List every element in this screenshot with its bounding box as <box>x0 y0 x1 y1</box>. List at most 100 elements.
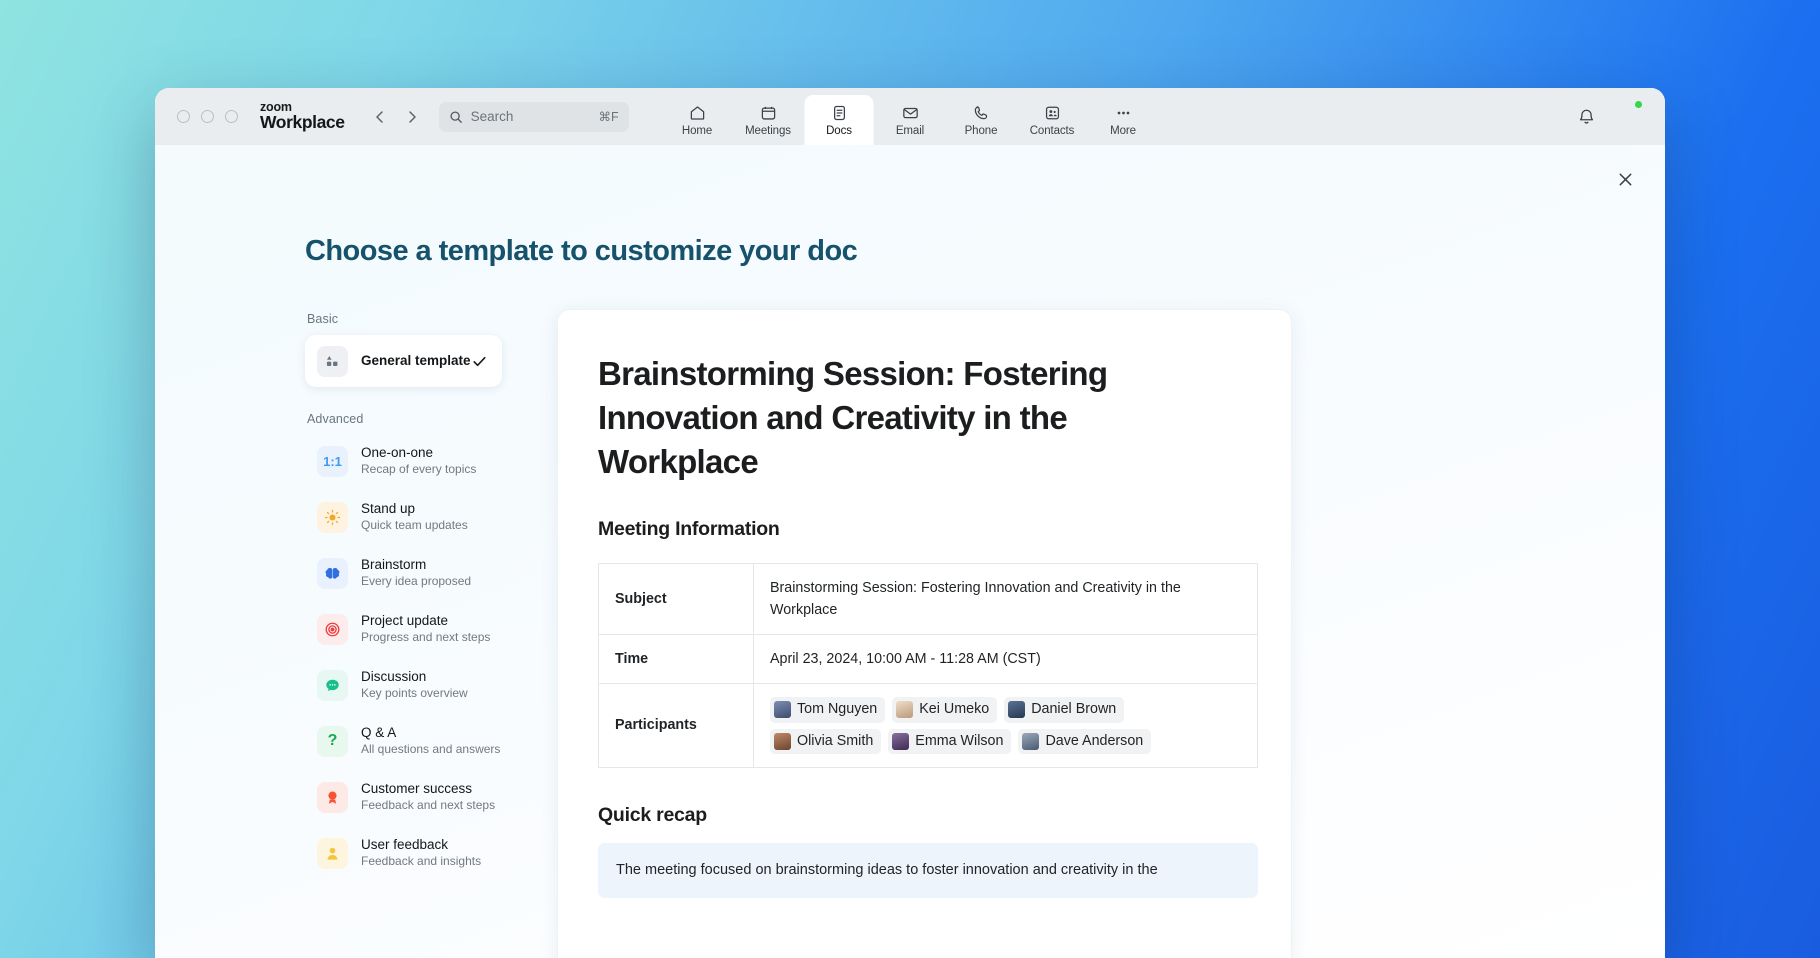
back-button[interactable] <box>367 104 393 130</box>
sidebar-item-texts: General template <box>361 351 458 371</box>
sidebar-item-title: Stand up <box>361 501 468 518</box>
sidebar-item-stand-up[interactable]: Stand up Quick team updates <box>305 491 535 543</box>
participant-avatar <box>1022 733 1039 750</box>
sidebar-item-title: Q & A <box>361 725 500 742</box>
sidebar-item-user-feedback[interactable]: User feedback Feedback and insights <box>305 827 535 879</box>
document-preview-pane: Brainstorming Session: Fostering Innovat… <box>520 288 1665 958</box>
participant-avatar <box>896 701 913 718</box>
table-cell-value: April 23, 2024, 10:00 AM - 11:28 AM (CST… <box>754 634 1258 683</box>
participant-chip[interactable]: Olivia Smith <box>770 729 881 754</box>
participant-name: Olivia Smith <box>797 731 873 752</box>
sidebar-item-subtitle: Quick team updates <box>361 518 468 533</box>
tab-email[interactable]: Email <box>876 95 945 145</box>
close-window-button[interactable] <box>177 110 190 123</box>
contacts-icon <box>1043 103 1061 122</box>
tab-label: Meetings <box>745 125 791 137</box>
tab-meetings[interactable]: Meetings <box>734 95 803 145</box>
sidebar-item-title: General template <box>361 353 471 368</box>
participant-name: Kei Umeko <box>919 699 989 720</box>
tab-docs[interactable]: Docs <box>805 95 874 145</box>
sidebar-item-brainstorm[interactable]: Brainstorm Every idea proposed <box>305 547 535 599</box>
sidebar-item-subtitle: Key points overview <box>361 686 468 701</box>
ellipsis-icon <box>1114 103 1132 122</box>
participant-chip[interactable]: Daniel Brown <box>1004 697 1124 722</box>
participant-chip[interactable]: Kei Umeko <box>892 697 997 722</box>
person-icon <box>317 838 348 869</box>
avatar[interactable] <box>1612 102 1641 131</box>
sidebar-item-customer-success[interactable]: Customer success Feedback and next steps <box>305 771 535 823</box>
question-mark-glyph: ? <box>328 732 338 750</box>
maximize-window-button[interactable] <box>225 110 238 123</box>
sidebar-item-subtitle: Feedback and insights <box>361 854 481 869</box>
sidebar-item-title: Discussion <box>361 669 468 686</box>
minimize-window-button[interactable] <box>201 110 214 123</box>
participant-name: Emma Wilson <box>915 731 1003 752</box>
nav-arrows[interactable] <box>367 104 425 130</box>
sidebar-item-project-update[interactable]: Project update Progress and next steps <box>305 603 535 655</box>
sidebar-item-title: Brainstorm <box>361 557 471 574</box>
participant-avatar <box>892 733 909 750</box>
shapes-icon <box>317 346 348 377</box>
sidebar-item-texts: Discussion Key points overview <box>361 669 468 702</box>
sidebar-basic-list: General template <box>305 335 520 387</box>
tab-phone[interactable]: Phone <box>947 95 1016 145</box>
participant-name: Tom Nguyen <box>797 699 877 720</box>
check-icon <box>471 353 488 370</box>
sidebar-group-basic-label: Basic <box>307 312 520 326</box>
tab-label: Home <box>682 125 712 137</box>
search-input[interactable]: Search ⌘F <box>439 102 629 132</box>
sidebar-item-title: Project update <box>361 613 490 630</box>
document-preview-card: Brainstorming Session: Fostering Innovat… <box>557 309 1292 958</box>
tab-more[interactable]: More <box>1089 95 1158 145</box>
participant-chip[interactable]: Emma Wilson <box>888 729 1011 754</box>
close-icon[interactable] <box>1611 165 1639 193</box>
sidebar-item-texts: Project update Progress and next steps <box>361 613 490 646</box>
sidebar-item-subtitle: Feedback and next steps <box>361 798 495 813</box>
sidebar-group-advanced-label: Advanced <box>307 412 520 426</box>
document-icon <box>830 103 848 122</box>
tab-label: Contacts <box>1030 125 1075 137</box>
sidebar-item-title: One-on-one <box>361 445 476 462</box>
sidebar-item-title: User feedback <box>361 837 481 854</box>
award-ribbon-icon <box>317 782 348 813</box>
sidebar-item-texts: Stand up Quick team updates <box>361 501 468 534</box>
titlebar-right <box>1577 102 1647 131</box>
home-icon <box>688 103 706 122</box>
sidebar-item-subtitle: Every idea proposed <box>361 574 471 589</box>
template-chooser-overlay: Choose a template to customize your doc … <box>155 145 1665 958</box>
search-shortcut: ⌘F <box>598 109 618 124</box>
table-row: Subject Brainstorming Session: Fostering… <box>599 563 1258 634</box>
participant-avatar <box>1008 701 1025 718</box>
tab-home[interactable]: Home <box>663 95 732 145</box>
tab-label: Phone <box>965 125 998 137</box>
table-cell-value: Brainstorming Session: Fostering Innovat… <box>754 563 1258 634</box>
sidebar-item-texts: Brainstorm Every idea proposed <box>361 557 471 590</box>
sidebar-item-one-on-one[interactable]: 1:1 One-on-one Recap of every topics <box>305 435 535 487</box>
app-window: zoom Workplace Search ⌘F Home <box>155 88 1665 958</box>
sidebar-item-qa[interactable]: ? Q & A All questions and answers <box>305 715 535 767</box>
calendar-icon <box>759 103 777 122</box>
notifications-bell-icon[interactable] <box>1577 107 1596 126</box>
brand-workplace-text: Workplace <box>260 114 345 132</box>
main-nav-tabs[interactable]: Home Meetings Docs Email <box>662 88 1159 145</box>
participant-avatar <box>774 733 791 750</box>
sidebar-item-title: Customer success <box>361 781 495 798</box>
section-heading-quick-recap: Quick recap <box>598 804 1249 827</box>
sidebar-item-subtitle: All questions and answers <box>361 742 500 757</box>
participant-chip[interactable]: Dave Anderson <box>1018 729 1151 754</box>
table-cell-key: Subject <box>599 563 754 634</box>
tab-contacts[interactable]: Contacts <box>1018 95 1087 145</box>
table-cell-participants: Tom Nguyen Kei Umeko Daniel Brown <box>754 684 1258 768</box>
one-on-one-glyph: 1:1 <box>323 454 342 469</box>
meeting-information-table: Subject Brainstorming Session: Fostering… <box>598 563 1258 768</box>
tab-label: More <box>1110 125 1136 137</box>
forward-button[interactable] <box>399 104 425 130</box>
window-controls[interactable] <box>177 110 238 123</box>
table-cell-key: Time <box>599 634 754 683</box>
participant-chip-list: Tom Nguyen Kei Umeko Daniel Brown <box>770 697 1241 754</box>
sidebar-item-discussion[interactable]: Discussion Key points overview <box>305 659 535 711</box>
sidebar-item-general-template[interactable]: General template <box>305 335 502 387</box>
phone-icon <box>972 103 990 122</box>
participant-chip[interactable]: Tom Nguyen <box>770 697 885 722</box>
target-icon <box>317 614 348 645</box>
